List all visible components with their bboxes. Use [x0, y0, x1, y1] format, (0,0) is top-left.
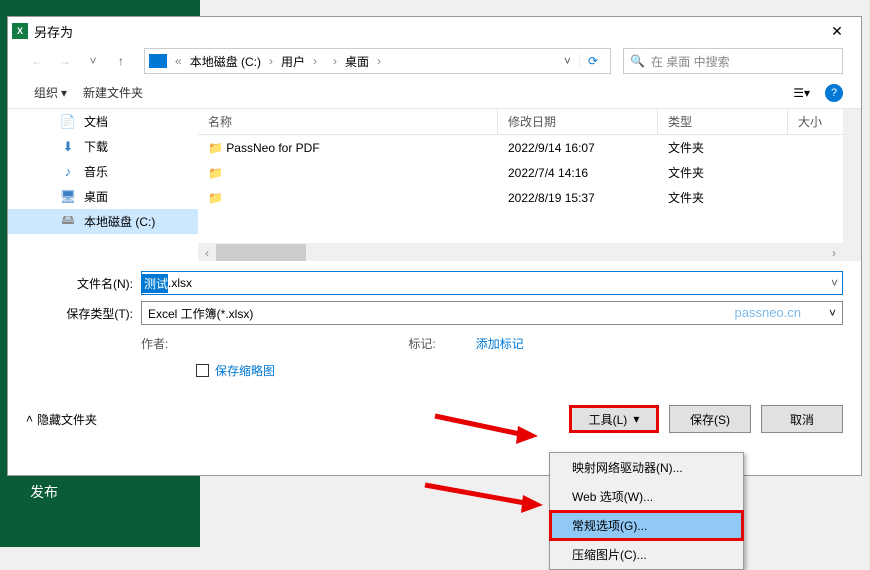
sidebar-label: 音乐 [84, 163, 108, 180]
sidebar-icon: 🖥 [60, 189, 76, 205]
excel-icon: X [12, 23, 28, 39]
nav-history-dropdown[interactable]: ˅ [82, 50, 104, 72]
sidebar-label: 本地磁盘 (C:) [84, 213, 155, 230]
filetype-label: 保存类型(T): [26, 305, 141, 322]
sidebar-item-3[interactable]: 🖥 桌面 [8, 184, 198, 209]
filetype-select[interactable]: Excel 工作簿(*.xlsx) ˅ [141, 301, 843, 325]
file-type: 文件夹 [658, 189, 788, 206]
save-as-dialog: X 另存为 ✕ ← → ˅ ↑ « 本地磁盘 (C:) › 用户 › › 桌面 … [7, 16, 862, 476]
address-bar[interactable]: « 本地磁盘 (C:) › 用户 › › 桌面 › ˅ ⟳ [144, 48, 611, 74]
chevron-down-icon: ˅ [829, 306, 836, 320]
sidebar-item-2[interactable]: ♪ 音乐 [8, 159, 198, 184]
filename-label: 文件名(N): [26, 275, 141, 292]
save-thumbnail-label[interactable]: 保存缩略图 [215, 362, 275, 379]
breadcrumb-users[interactable]: 用户 [277, 51, 309, 72]
chevron-right-icon: › [311, 54, 319, 68]
file-date: 2022/7/4 14:16 [498, 166, 658, 180]
file-date: 2022/9/14 16:07 [498, 141, 658, 155]
sidebar-label: 下载 [84, 138, 108, 155]
nav-back-button[interactable]: ← [26, 50, 48, 72]
cancel-button[interactable]: 取消 [761, 405, 843, 433]
save-thumbnail-checkbox[interactable] [196, 364, 209, 377]
sidebar-icon: ⬇ [60, 139, 76, 155]
chevron-down-icon: ▾ [61, 86, 67, 100]
filename-dropdown[interactable]: ˅ [827, 276, 842, 290]
scroll-left-button[interactable]: ‹ [198, 244, 216, 261]
sidebar: 📄 文档 ⬇ 下载 ♪ 音乐 🖥 桌面 🖴 本地磁盘 (C:) [8, 109, 198, 261]
chevron-right-icon: « [173, 54, 184, 68]
folder-icon: 📁 [208, 166, 223, 180]
col-type[interactable]: 类型 [658, 109, 788, 134]
close-button[interactable]: ✕ [817, 17, 857, 45]
breadcrumb-user[interactable] [321, 59, 329, 63]
menu-item-0[interactable]: 映射网络驱动器(N)... [550, 453, 743, 482]
tools-button[interactable]: 工具(L)▾ [569, 405, 659, 433]
scrollbar-horizontal[interactable] [216, 244, 825, 261]
file-row[interactable]: 📁 PassNeo for PDF 2022/9/14 16:07文件夹 [198, 135, 843, 160]
sidebar-item-0[interactable]: 📄 文档 [8, 109, 198, 134]
menu-item-2[interactable]: 常规选项(G)... [550, 511, 743, 540]
nav-forward-button[interactable]: → [54, 50, 76, 72]
sidebar-label: 桌面 [84, 188, 108, 205]
search-icon: 🔍 [630, 54, 645, 68]
hide-folders-toggle[interactable]: ˄ 隐藏文件夹 [26, 411, 97, 428]
tag-label: 标记: [408, 335, 435, 352]
sidebar-icon: ♪ [60, 164, 76, 180]
breadcrumb-drive[interactable]: 本地磁盘 (C:) [186, 51, 265, 72]
dialog-title: 另存为 [34, 22, 817, 41]
folder-icon: 📁 [208, 141, 223, 155]
help-button[interactable]: ? [825, 84, 843, 102]
sidebar-label: 文档 [84, 113, 108, 130]
file-date: 2022/8/19 15:37 [498, 191, 658, 205]
sidebar-item-4[interactable]: 🖴 本地磁盘 (C:) [8, 209, 198, 234]
folder-icon: 📁 [208, 191, 223, 205]
chevron-down-icon: ▾ [633, 412, 639, 426]
menu-item-1[interactable]: Web 选项(W)... [550, 482, 743, 511]
col-size[interactable]: 大小 [788, 109, 843, 134]
file-name: PassNeo for PDF [226, 141, 319, 155]
file-type: 文件夹 [658, 139, 788, 156]
file-row[interactable]: 📁 2022/8/19 15:37文件夹 [198, 185, 843, 210]
file-type: 文件夹 [658, 164, 788, 181]
drive-icon [149, 54, 167, 68]
col-date[interactable]: 修改日期 [498, 109, 658, 134]
view-mode-button[interactable]: ☰▾ [786, 82, 817, 104]
sidebar-icon: 📄 [60, 114, 76, 130]
chevron-right-icon: › [331, 54, 339, 68]
nav-up-button[interactable]: ↑ [110, 50, 132, 72]
breadcrumb-desktop[interactable]: 桌面 [341, 51, 373, 72]
search-input[interactable]: 🔍 在 桌面 中搜索 [623, 48, 843, 74]
file-row[interactable]: 📁 2022/7/4 14:16文件夹 [198, 160, 843, 185]
chevron-right-icon: › [267, 54, 275, 68]
new-folder-button[interactable]: 新建文件夹 [75, 80, 151, 105]
filename-input[interactable]: 测试.xlsx ˅ [141, 271, 843, 295]
scroll-right-button[interactable]: › [825, 244, 843, 261]
chevron-right-icon: › [375, 54, 383, 68]
tools-menu: 映射网络驱动器(N)...Web 选项(W)...常规选项(G)...压缩图片(… [549, 452, 744, 570]
refresh-button[interactable]: ⟳ [579, 54, 606, 68]
save-button[interactable]: 保存(S) [669, 405, 751, 433]
search-placeholder: 在 桌面 中搜索 [651, 53, 730, 70]
address-dropdown[interactable]: ˅ [558, 54, 577, 68]
sidebar-icon: 🖴 [60, 214, 76, 230]
author-label: 作者: [141, 335, 168, 352]
scrollbar-vertical[interactable] [843, 109, 861, 261]
sidebar-item-1[interactable]: ⬇ 下载 [8, 134, 198, 159]
publish-item[interactable]: 发布 [0, 470, 200, 514]
col-name[interactable]: 名称 [198, 109, 498, 134]
menu-item-3[interactable]: 压缩图片(C)... [550, 540, 743, 569]
add-tag-link[interactable]: 添加标记 [476, 335, 524, 352]
chevron-up-icon: ˄ [26, 412, 33, 426]
organize-button[interactable]: 组织▾ [26, 80, 75, 105]
